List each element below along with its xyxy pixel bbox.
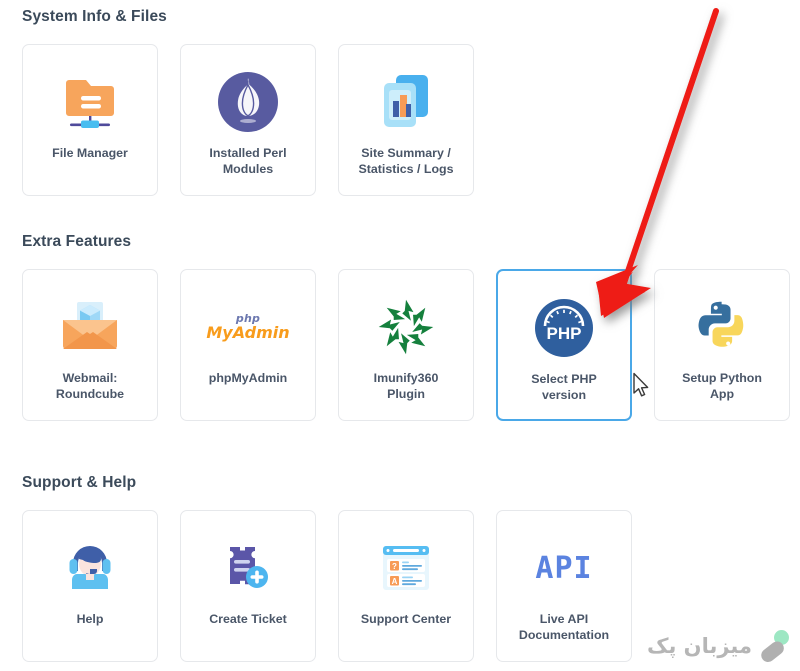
card-label: Live API Documentation [518,612,610,643]
svg-text:?: ? [392,562,397,571]
imunify360-icon [339,284,473,370]
card-grid: File Manager Installed Perl Modules Site… [22,44,474,196]
section-title: Support & Help [22,474,137,491]
section-title: Extra Features [22,233,132,250]
card-label: Setup Python App [682,371,762,402]
faq-browser-icon: ? A [339,525,473,611]
php-badge-text: PHP [547,324,582,343]
mouse-cursor [633,372,649,397]
card-support-center[interactable]: ? A Support Center [338,510,474,662]
php-gauge-icon: PHP [498,285,630,371]
card-label: File Manager [52,146,128,160]
section-support-help: Support & Help Help Create Ticket ? A Su… [22,474,632,662]
headset-support-icon [23,525,157,611]
card-select-php-version[interactable]: PHP Select PHP version [496,269,632,421]
envelope-cube-icon [23,284,157,370]
card-setup-python-app[interactable]: Setup Python App [654,269,790,421]
watermark-logo-icon [761,630,789,663]
card-file-manager[interactable]: File Manager [22,44,158,196]
card-grid: Webmail: Roundcube php MyAdmin phpMyAdmi… [22,269,790,421]
card-label: Support Center [360,612,452,626]
card-label: Select PHP version [531,372,597,403]
perl-onion-icon [181,59,315,145]
card-help[interactable]: Help [22,510,158,662]
card-label: Create Ticket [209,612,287,626]
card-label: phpMyAdmin [208,371,288,385]
svg-text:A: A [392,577,398,586]
python-logo-icon [655,284,789,370]
card-create-ticket[interactable]: Create Ticket [180,510,316,662]
api-logo-icon: API [497,525,631,611]
card-label: Webmail: Roundcube [55,371,125,402]
watermark-text: میزبان پک [646,634,752,658]
control-panel-page: System Info & Files File Manager Install… [0,0,800,671]
phpmyadmin-myadmin-text: MyAdmin [206,323,290,342]
card-live-api-documentation[interactable]: API Live API Documentation [496,510,632,662]
section-extra-features: Extra Features Webmail: Roundcube php My… [22,233,790,421]
ticket-plus-icon [181,525,315,611]
card-grid: Help Create Ticket ? A Support Center AP… [22,510,632,662]
card-webmail-roundcube[interactable]: Webmail: Roundcube [22,269,158,421]
card-label: Imunify360 Plugin [373,371,439,402]
api-logo-text: API [535,550,593,586]
card-phpmyadmin[interactable]: php MyAdmin phpMyAdmin [180,269,316,421]
card-label: Help [76,612,104,626]
phpmyadmin-logo-icon: php MyAdmin [181,284,315,370]
card-label: Site Summary / Statistics / Logs [358,146,454,177]
card-label: Installed Perl Modules [209,146,287,177]
file-manager-icon [23,59,157,145]
card-imunify360-plugin[interactable]: Imunify360 Plugin [338,269,474,421]
card-installed-perl-modules[interactable]: Installed Perl Modules [180,44,316,196]
section-title: System Info & Files [22,8,167,25]
card-site-summary-statistics-logs[interactable]: Site Summary / Statistics / Logs [338,44,474,196]
watermark: میزبان پک [647,629,792,663]
section-system-info-files: System Info & Files File Manager Install… [22,8,474,196]
statistics-chart-icon [339,59,473,145]
